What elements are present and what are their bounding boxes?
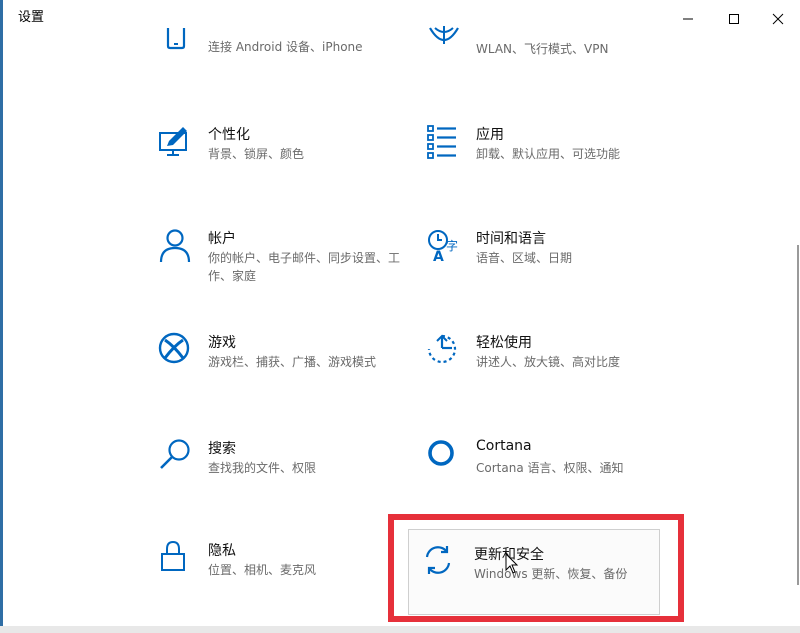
settings-tile-cortana[interactable]: Cortana Cortana 语言、权限、通知 (426, 438, 686, 508)
search-icon (160, 439, 190, 469)
window-title: 设置 (18, 10, 45, 25)
settings-tile-network[interactable]: WLAN、飞行模式、VPN (426, 26, 686, 110)
mouse-cursor-icon (505, 553, 519, 574)
tile-description: 你的帐户、电子邮件、同步设置、工作、家庭 (208, 251, 401, 283)
settings-tile-accounts[interactable]: 帐户 你的帐户、电子邮件、同步设置、工作、家庭 (158, 228, 418, 298)
settings-tile-ease-of-access[interactable]: 轻松使用 讲述人、放大镜、高对比度 (426, 332, 686, 402)
personalization-icon (159, 127, 187, 156)
tile-title: 轻松使用 (476, 335, 532, 351)
settings-tile-time-language[interactable]: A 字 时间和语言 语音、区域、日期 (426, 228, 686, 298)
tile-title: 游戏 (208, 335, 236, 351)
settings-tile-search[interactable]: 搜索 查找我的文件、权限 (158, 438, 418, 508)
title-bar[interactable]: 设置 (0, 0, 800, 36)
tile-description: 语音、区域、日期 (476, 251, 573, 265)
tile-description: 讲述人、放大镜、高对比度 (476, 355, 621, 369)
tile-title: 个性化 (208, 127, 250, 143)
tile-title: Cortana (476, 438, 532, 454)
globe-icon (429, 26, 459, 44)
scrollbar[interactable] (797, 245, 799, 585)
xbox-icon (158, 332, 190, 364)
tile-description: 查找我的文件、权限 (208, 461, 317, 475)
settings-tile-phone[interactable]: 连接 Android 设备、iPhone (158, 28, 418, 108)
maximize-button[interactable] (712, 4, 756, 34)
tile-title: 应用 (476, 127, 504, 143)
settings-tile-apps[interactable]: 应用 卸载、默认应用、可选功能 (426, 124, 686, 194)
tile-description: 背景、锁屏、颜色 (208, 147, 305, 161)
ease-of-access-icon (427, 334, 457, 364)
apps-list-icon (427, 125, 456, 159)
tile-title: 帐户 (208, 231, 236, 247)
settings-tile-personalization[interactable]: 个性化 背景、锁屏、颜色 (158, 124, 418, 194)
phone-icon (166, 28, 186, 50)
lock-icon (161, 540, 185, 571)
close-icon (772, 13, 784, 25)
tile-description: WLAN、飞行模式、VPN (476, 42, 609, 56)
minimize-button[interactable] (666, 4, 710, 34)
cortana-icon (428, 440, 454, 466)
red-annotation-frame (388, 514, 684, 622)
time-language-icon: A 字 (428, 230, 458, 264)
svg-text:A: A (433, 249, 444, 264)
person-icon (159, 229, 191, 263)
tile-description: Cortana 语言、权限、通知 (476, 461, 624, 475)
window-border (0, 0, 3, 633)
tile-title: 搜索 (208, 441, 236, 457)
close-button[interactable] (756, 4, 800, 34)
tile-description: 游戏栏、捕获、广播、游戏模式 (208, 355, 377, 369)
tile-description: 连接 Android 设备、iPhone (208, 40, 363, 54)
settings-tile-privacy[interactable]: 隐私 位置、相机、麦克风 (158, 540, 418, 610)
minimize-icon (683, 18, 693, 20)
maximize-icon (729, 14, 739, 24)
tile-title: 时间和语言 (476, 231, 546, 247)
tile-description: 位置、相机、麦克风 (208, 563, 317, 577)
window-bottom-edge (0, 626, 800, 633)
svg-text:字: 字 (446, 238, 458, 253)
settings-tile-gaming[interactable]: 游戏 游戏栏、捕获、广播、游戏模式 (158, 332, 418, 402)
tile-title: 隐私 (208, 543, 236, 559)
tile-description: 卸载、默认应用、可选功能 (476, 147, 621, 161)
